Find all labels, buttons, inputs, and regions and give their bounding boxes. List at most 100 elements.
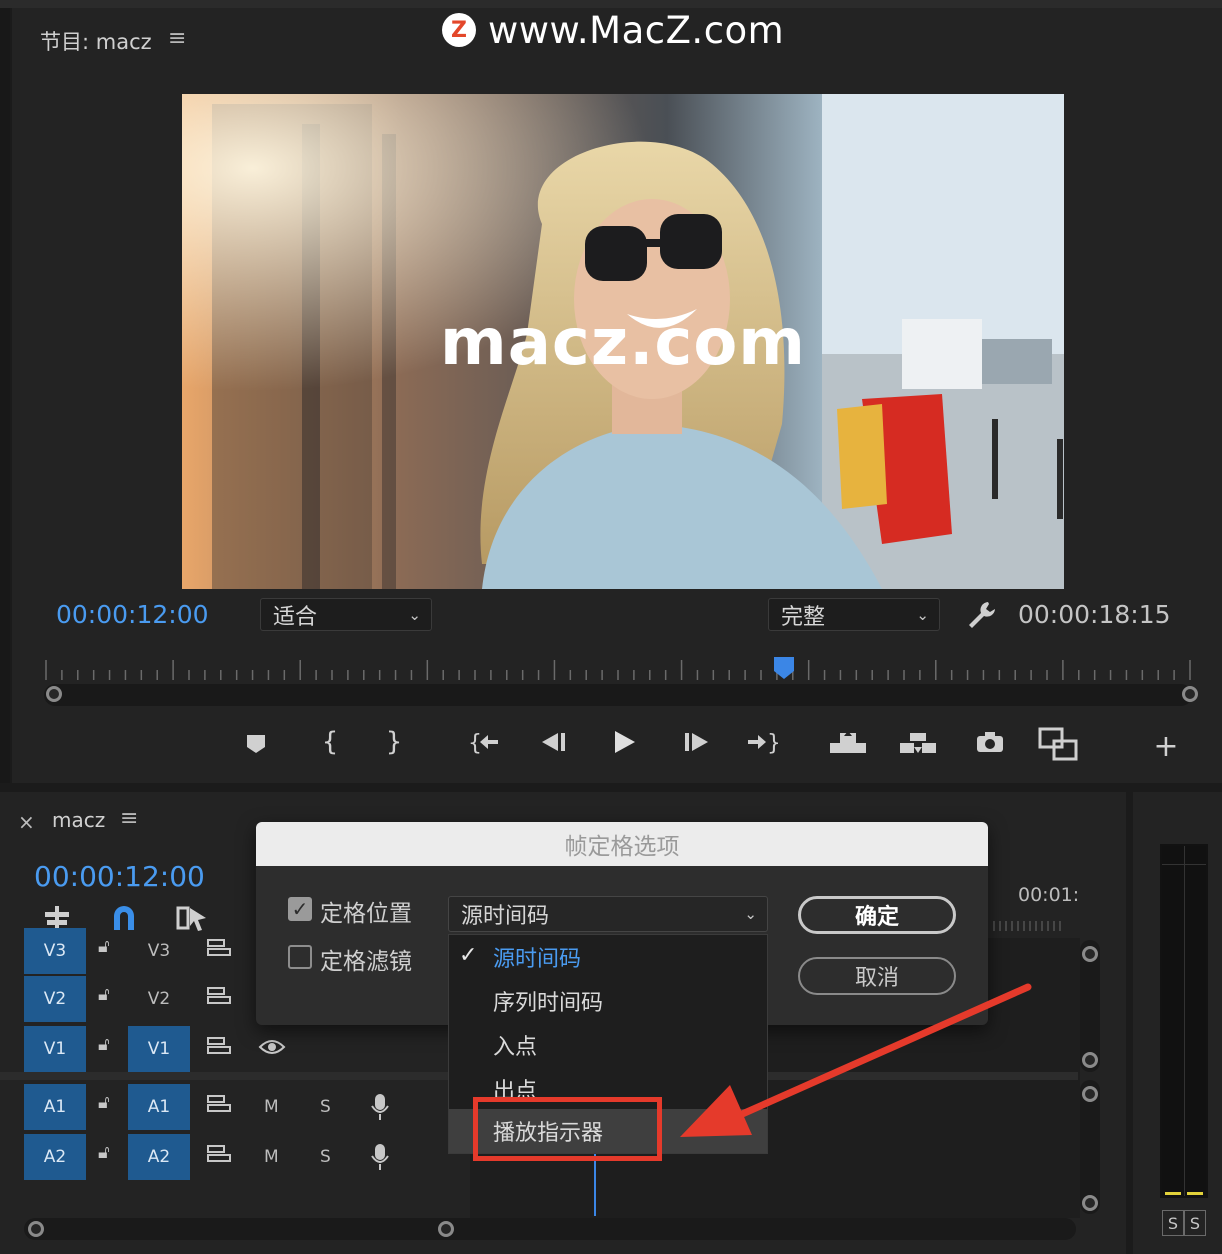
solo-button[interactable]: S bbox=[320, 1097, 331, 1117]
watermark-logo-icon: Z bbox=[442, 13, 476, 47]
source-patch-a1[interactable]: A1 bbox=[24, 1084, 86, 1130]
wrench-settings-icon[interactable] bbox=[964, 598, 998, 632]
watermark: Z www.MacZ.com bbox=[442, 8, 784, 52]
lock-icon[interactable]: 🔓︎ bbox=[98, 1142, 110, 1163]
video-scroll-bottom-handle[interactable] bbox=[1082, 1052, 1098, 1068]
time-ruler-ticks bbox=[45, 660, 1191, 680]
meter-solo-right-button[interactable]: S bbox=[1184, 1210, 1206, 1236]
zoom-scrollbar-left-handle[interactable] bbox=[46, 686, 62, 702]
go-to-in-icon[interactable]: { bbox=[464, 722, 504, 762]
hold-filters-label[interactable]: 定格滤镜 bbox=[320, 942, 412, 976]
video-caption-text: macz.com bbox=[440, 306, 806, 380]
timeline-horizontal-scrollbar[interactable] bbox=[24, 1218, 1076, 1240]
playhead-timecode[interactable]: 00:00:12:00 bbox=[56, 600, 209, 629]
timeline-scroll-right-handle[interactable] bbox=[438, 1221, 454, 1237]
eye-icon[interactable] bbox=[258, 1038, 286, 1060]
track-target-v2[interactable]: V2 bbox=[128, 976, 190, 1022]
playback-resolution-value: 完整 bbox=[781, 604, 826, 630]
timeline-ruler-time: 00:01: bbox=[1018, 884, 1080, 906]
hold-on-dropdown[interactable]: 源时间码 ⌄ bbox=[448, 896, 768, 932]
play-icon[interactable] bbox=[604, 722, 644, 762]
add-button-icon[interactable]: + bbox=[1146, 726, 1186, 766]
hamburger-icon[interactable]: ≡ bbox=[168, 26, 186, 51]
zoom-level-value: 适合 bbox=[273, 604, 318, 630]
meter-solo-left-button[interactable]: S bbox=[1162, 1210, 1184, 1236]
svg-text:}: } bbox=[767, 731, 778, 754]
chevron-down-icon: ⌄ bbox=[916, 605, 929, 624]
program-monitor-title[interactable]: 节目: macz bbox=[40, 26, 152, 56]
timeline-scroll-left-handle[interactable] bbox=[28, 1221, 44, 1237]
playback-resolution-dropdown[interactable]: 完整 ⌄ bbox=[768, 598, 940, 631]
audio-scroll-top-handle[interactable] bbox=[1082, 1086, 1098, 1102]
menu-item-source-timecode[interactable]: ✓ 源时间码 bbox=[449, 935, 767, 979]
track-target-v1[interactable]: V1 bbox=[128, 1026, 190, 1072]
sync-lock-icon[interactable] bbox=[206, 1094, 232, 1118]
lock-icon[interactable]: 🔓︎ bbox=[98, 984, 110, 1005]
audio-meter bbox=[1160, 844, 1208, 1198]
hold-on-dropdown-value: 源时间码 bbox=[461, 904, 550, 929]
svg-text:{: { bbox=[468, 731, 482, 754]
microphone-icon[interactable] bbox=[370, 1142, 390, 1176]
ok-button[interactable]: 确定 bbox=[798, 896, 956, 934]
mark-in-icon[interactable]: { bbox=[310, 722, 350, 762]
source-patch-v3[interactable]: V3 bbox=[24, 928, 86, 974]
track-target-v3[interactable]: V3 bbox=[128, 928, 190, 974]
playhead-marker[interactable] bbox=[772, 655, 796, 685]
zoom-level-dropdown[interactable]: 适合 ⌄ bbox=[260, 598, 432, 631]
hold-on-checkbox[interactable]: ✓ bbox=[288, 897, 312, 921]
source-patch-a2[interactable]: A2 bbox=[24, 1134, 86, 1180]
extract-icon[interactable] bbox=[898, 722, 938, 762]
video-scroll-top-handle[interactable] bbox=[1082, 946, 1098, 962]
lift-icon[interactable] bbox=[828, 722, 868, 762]
step-back-icon[interactable] bbox=[534, 722, 574, 762]
source-patch-v1[interactable]: V1 bbox=[24, 1026, 86, 1072]
menu-item-label: 源时间码 bbox=[493, 947, 582, 972]
mute-button[interactable]: M bbox=[264, 1147, 279, 1167]
sync-lock-icon[interactable] bbox=[206, 1144, 232, 1168]
meter-channel-divider bbox=[1184, 846, 1185, 1196]
hold-filters-checkbox[interactable] bbox=[288, 945, 312, 969]
sequence-tab-title[interactable]: macz bbox=[52, 808, 105, 832]
menu-item-label: 入点 bbox=[493, 1035, 538, 1060]
hold-on-label[interactable]: 定格位置 bbox=[320, 894, 412, 928]
meter-level-right bbox=[1187, 1192, 1203, 1195]
timeline-timecode[interactable]: 00:00:12:00 bbox=[34, 860, 205, 893]
track-target-a2[interactable]: A2 bbox=[128, 1134, 190, 1180]
dialog-title: 帧定格选项 bbox=[256, 822, 988, 866]
video-preview: macz.com bbox=[182, 94, 1064, 589]
go-to-out-icon[interactable]: } bbox=[742, 722, 782, 762]
meter-level-left bbox=[1165, 1192, 1181, 1195]
zoom-scrollbar-right-handle[interactable] bbox=[1182, 686, 1198, 702]
lock-icon[interactable]: 🔓︎ bbox=[98, 1034, 110, 1055]
duration-timecode: 00:00:18:15 bbox=[1018, 600, 1171, 629]
hamburger-icon[interactable]: ≡ bbox=[120, 806, 138, 831]
checkmark-icon: ✓ bbox=[291, 897, 309, 921]
menu-item-label: 序列时间码 bbox=[493, 991, 604, 1016]
microphone-icon[interactable] bbox=[370, 1092, 390, 1126]
track-target-a1[interactable]: A1 bbox=[128, 1084, 190, 1130]
add-marker-icon[interactable] bbox=[236, 724, 276, 764]
solo-button[interactable]: S bbox=[320, 1147, 331, 1167]
lock-icon[interactable]: 🔓︎ bbox=[98, 1092, 110, 1113]
sync-lock-icon[interactable] bbox=[206, 1036, 232, 1060]
chevron-down-icon: ⌄ bbox=[408, 605, 421, 624]
lock-icon[interactable]: 🔓︎ bbox=[98, 936, 110, 957]
step-forward-icon[interactable] bbox=[676, 722, 716, 762]
chevron-down-icon: ⌄ bbox=[744, 905, 757, 923]
left-panel-edge bbox=[0, 8, 10, 783]
source-patch-v2[interactable]: V2 bbox=[24, 976, 86, 1022]
watermark-text: www.MacZ.com bbox=[488, 8, 785, 52]
audio-scroll-bottom-handle[interactable] bbox=[1082, 1195, 1098, 1211]
time-ruler[interactable] bbox=[44, 660, 1192, 682]
sync-lock-icon[interactable] bbox=[206, 986, 232, 1010]
close-tab-icon[interactable]: × bbox=[18, 810, 35, 834]
sync-lock-icon[interactable] bbox=[206, 938, 232, 962]
window-top-border bbox=[0, 0, 1222, 8]
comparison-view-icon[interactable] bbox=[1038, 724, 1078, 764]
timeline-ruler-ticks bbox=[990, 918, 1070, 937]
mute-button[interactable]: M bbox=[264, 1097, 279, 1117]
zoom-scrollbar[interactable] bbox=[44, 684, 1192, 706]
camera-icon[interactable] bbox=[970, 722, 1010, 762]
checkmark-icon: ✓ bbox=[459, 943, 478, 968]
mark-out-icon[interactable]: } bbox=[374, 722, 414, 762]
